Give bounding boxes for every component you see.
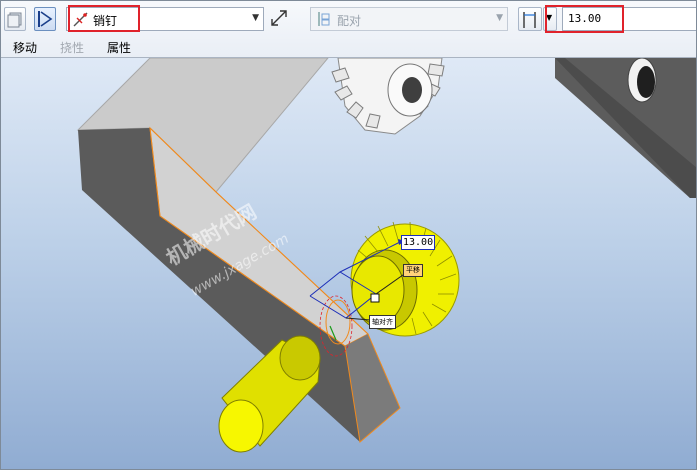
- offset-dropdown-button[interactable]: ▼: [543, 7, 557, 31]
- chevron-down-icon: ▼: [546, 13, 553, 22]
- pin-icon: [73, 12, 88, 27]
- placement-icon: [7, 12, 22, 28]
- tab-move[interactable]: 移动: [13, 39, 37, 56]
- tab-properties[interactable]: 属性: [107, 39, 131, 56]
- chevron-down-icon: ▼: [252, 13, 259, 23]
- flip-button[interactable]: [268, 7, 290, 31]
- chevron-down-icon: ▼: [496, 13, 503, 23]
- background-gear: [331, 58, 445, 135]
- constraint-mode-select[interactable]: 配对 ▼: [310, 7, 508, 31]
- constraint-type-select[interactable]: 销钉 ▼: [66, 7, 264, 31]
- right-bracket: [555, 58, 697, 198]
- offset-value-input[interactable]: 13.00: [562, 7, 697, 31]
- pin-translate-tag[interactable]: 平移: [403, 264, 423, 277]
- tab-flexibility[interactable]: 挠性: [60, 39, 84, 56]
- connect-icon: [38, 11, 53, 27]
- offset-type-button[interactable]: [518, 7, 542, 31]
- axis-align-tag[interactable]: 轴对齐: [369, 315, 396, 329]
- constraint-type-value: 销钉: [93, 14, 118, 28]
- offset-icon: [523, 12, 536, 28]
- constraint-mode-value: 配对: [337, 14, 362, 28]
- model-scene: [76, 58, 697, 453]
- flip-icon: [271, 10, 287, 26]
- graphics-viewport[interactable]: 机械时代网 www.jxage.com 13.00 平移 轴对齐: [0, 58, 697, 470]
- mate-icon: [318, 12, 330, 26]
- offset-value-text: 13.00: [568, 12, 602, 25]
- placement-button[interactable]: [4, 7, 26, 31]
- offset-dimension-label[interactable]: 13.00: [401, 235, 436, 250]
- connect-mode-button[interactable]: [34, 7, 56, 31]
- yellow-shaft: [218, 335, 321, 453]
- dashboard-toolbar: 销钉 ▼ 配对 ▼ ▼ 13.00 移动 挠性 属性: [0, 0, 697, 58]
